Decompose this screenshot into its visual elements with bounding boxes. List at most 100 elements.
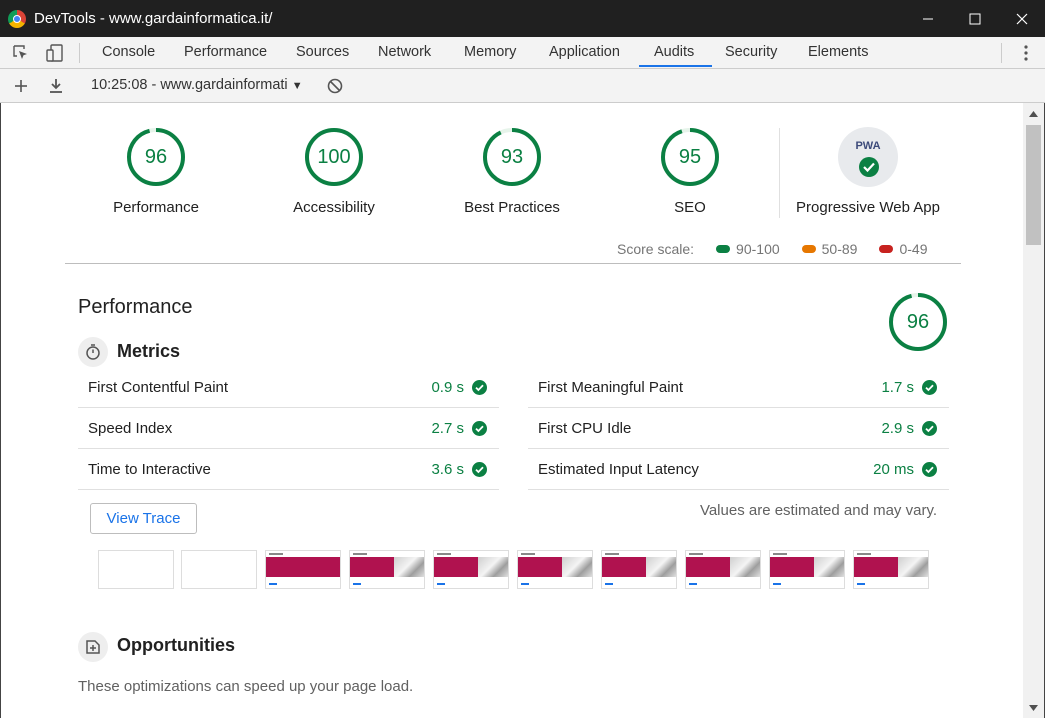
minimize-button[interactable] xyxy=(904,0,951,37)
toolbar-divider xyxy=(79,43,80,63)
opportunities-title: Opportunities xyxy=(117,635,235,655)
metric-value: 3.6 s xyxy=(431,461,464,478)
score-scale-label: Score scale: xyxy=(617,241,695,257)
scale-pass-label: 90-100 xyxy=(736,241,780,257)
metric-label: First Meaningful Paint xyxy=(538,379,684,396)
filmstrip-frame xyxy=(181,550,257,589)
scrollbar-thumb[interactable] xyxy=(1026,125,1041,245)
opportunities-icon xyxy=(78,632,108,662)
report-selector-label: 10:25:08 - www.gardainformati xyxy=(91,77,288,93)
close-button[interactable] xyxy=(998,0,1045,37)
metric-value: 2.9 s xyxy=(881,420,914,437)
inspect-cursor-icon xyxy=(13,44,27,59)
tab-elements[interactable]: Elements xyxy=(808,37,868,68)
score-scale-legend: Score scale: 90-100 50-89 0-49 xyxy=(617,240,927,258)
pwa-badge[interactable]: PWA xyxy=(838,127,898,187)
check-circle-icon xyxy=(922,462,937,477)
seo-gauge[interactable]: 95 xyxy=(660,127,720,187)
toolbar-divider xyxy=(1001,43,1002,63)
seo-score: 95 xyxy=(678,146,702,168)
performance-section-gauge: 96 xyxy=(888,292,948,352)
tab-sources[interactable]: Sources xyxy=(296,37,349,68)
device-icon xyxy=(46,43,63,62)
inspect-element-button[interactable] xyxy=(8,37,34,68)
devtools-tab-bar: Console Performance Sources Network Memo… xyxy=(0,37,1045,69)
scale-average-swatch xyxy=(801,245,816,253)
chevron-down-icon xyxy=(1029,704,1038,711)
filmstrip-frame xyxy=(433,550,509,589)
window-controls xyxy=(904,0,1045,37)
filmstrip-frame xyxy=(601,550,677,589)
tab-console[interactable]: Console xyxy=(102,37,155,68)
report-selector[interactable]: 10:25:08 - www.gardainformati ▼ xyxy=(91,69,303,103)
metric-value: 20 ms xyxy=(873,461,914,478)
accessibility-label: Accessibility xyxy=(293,199,375,216)
audit-report: 96 Performance 100 Accessibility 93 Best… xyxy=(1,103,1023,718)
scale-average-label: 50-89 xyxy=(821,241,858,257)
filmstrip-frame xyxy=(517,550,593,589)
audits-toolbar: 10:25:08 - www.gardainformati ▼ xyxy=(0,69,1045,103)
window-title: DevTools - www.gardainformatica.it/ xyxy=(34,10,273,27)
maximize-icon xyxy=(969,13,980,24)
performance-score: 96 xyxy=(144,146,168,168)
metric-value: 0.9 s xyxy=(431,379,464,396)
more-options-button[interactable] xyxy=(1013,37,1039,68)
active-tab-indicator xyxy=(639,65,712,67)
tab-network[interactable]: Network xyxy=(378,37,431,68)
performance-section-title: Performance xyxy=(78,296,193,318)
metric-label: Speed Index xyxy=(88,420,173,437)
kebab-menu-icon xyxy=(1024,44,1028,61)
clear-reports-button[interactable] xyxy=(323,69,347,102)
stopwatch-icon xyxy=(78,337,108,367)
metric-label: First CPU Idle xyxy=(538,420,632,437)
check-circle-icon xyxy=(472,380,487,395)
metrics-title: Metrics xyxy=(117,341,181,361)
metric-time-to-interactive: Time to Interactive 3.6 s xyxy=(78,449,499,490)
check-circle-icon xyxy=(472,421,487,436)
performance-section-score: 96 xyxy=(906,311,930,333)
check-circle-icon xyxy=(922,421,937,436)
tab-security[interactable]: Security xyxy=(725,37,777,68)
metric-label: Time to Interactive xyxy=(88,461,211,478)
download-icon xyxy=(50,78,62,93)
filmstrip-frame xyxy=(685,550,761,589)
plus-icon xyxy=(15,79,27,92)
title-bar: DevTools - www.gardainformatica.it/ xyxy=(0,0,1045,37)
performance-gauge[interactable]: 96 xyxy=(126,127,186,187)
filmstrip-frame xyxy=(98,550,174,589)
new-audit-button[interactable] xyxy=(9,69,33,102)
performance-label: Performance xyxy=(113,199,199,216)
accessibility-score: 100 xyxy=(317,146,351,168)
accessibility-gauge[interactable]: 100 xyxy=(304,127,364,187)
header-divider xyxy=(65,263,961,264)
scroll-up-button[interactable] xyxy=(1023,105,1044,122)
scale-fail-swatch xyxy=(879,245,894,253)
device-toolbar-button[interactable] xyxy=(42,37,68,68)
best-practices-gauge[interactable]: 93 xyxy=(482,127,542,187)
view-trace-button[interactable]: View Trace xyxy=(90,503,197,534)
best-practices-score: 93 xyxy=(500,146,524,168)
pwa-badge-text: PWA xyxy=(855,140,880,152)
metric-first-contentful-paint: First Contentful Paint 0.9 s xyxy=(78,367,499,408)
tab-application[interactable]: Application xyxy=(549,37,620,68)
metric-value: 1.7 s xyxy=(881,379,914,396)
tab-memory[interactable]: Memory xyxy=(464,37,516,68)
filmstrip-frame xyxy=(265,550,341,589)
scroll-down-button[interactable] xyxy=(1023,699,1044,716)
metric-value: 2.7 s xyxy=(431,420,464,437)
metric-estimated-input-latency: Estimated Input Latency 20 ms xyxy=(528,449,949,490)
metric-speed-index: Speed Index 2.7 s xyxy=(78,408,499,449)
check-circle-icon xyxy=(922,380,937,395)
filmstrip-frame xyxy=(349,550,425,589)
scale-pass: 90-100 xyxy=(716,241,780,257)
download-report-button[interactable] xyxy=(44,69,68,102)
vertical-scrollbar[interactable] xyxy=(1023,103,1044,718)
pwa-label: Progressive Web App xyxy=(796,199,940,216)
tab-audits[interactable]: Audits xyxy=(654,37,694,68)
scale-fail-label: 0-49 xyxy=(899,241,928,257)
metric-label: First Contentful Paint xyxy=(88,379,229,396)
metric-label: Estimated Input Latency xyxy=(538,461,699,478)
maximize-button[interactable] xyxy=(951,0,998,37)
dropdown-arrow-icon: ▼ xyxy=(291,80,303,92)
tab-performance[interactable]: Performance xyxy=(184,37,267,68)
